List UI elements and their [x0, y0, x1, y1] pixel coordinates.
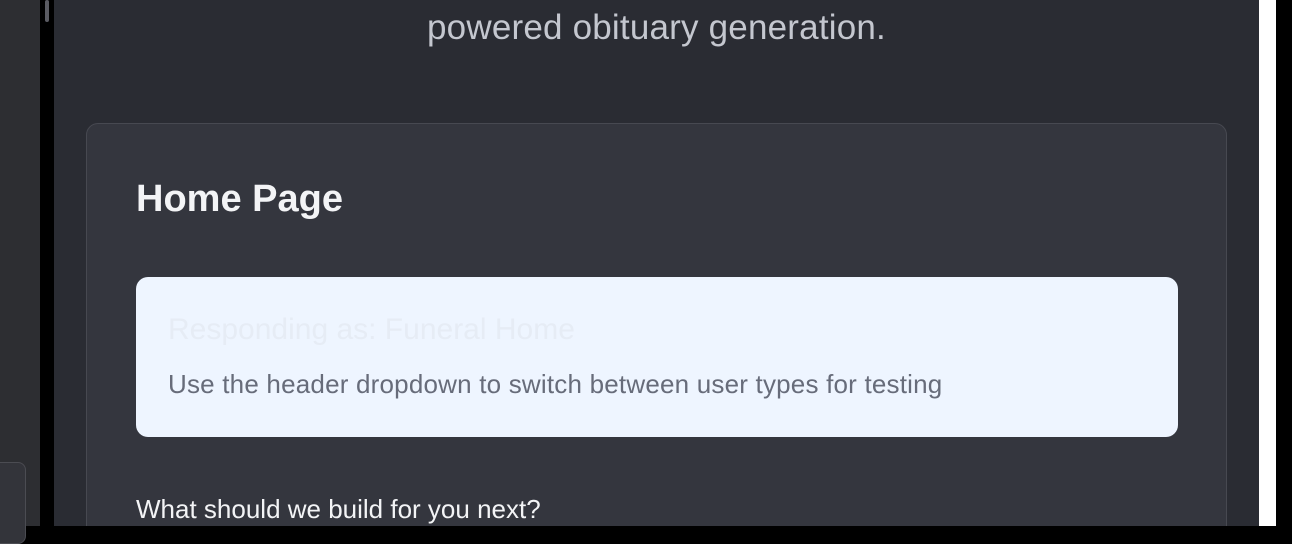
home-page-card: Home Page Responding as: Funeral Home Us… [86, 123, 1227, 526]
responding-as-label: Responding as: Funeral Home [168, 313, 575, 346]
tagline-text: powered obituary generation. [427, 8, 886, 47]
sidebar-card[interactable] [0, 462, 26, 544]
scrollbar-thumb[interactable] [45, 0, 49, 22]
right-edge-strip [1259, 0, 1276, 526]
main-panel: powered obituary generation. Home Page R… [54, 0, 1259, 526]
info-description: Use the header dropdown to switch betwee… [168, 369, 943, 399]
card-title: Home Page [136, 178, 343, 220]
user-type-info-box: Responding as: Funeral Home Use the head… [136, 277, 1178, 437]
build-next-question: What should we build for you next? [136, 494, 541, 524]
left-sidebar [0, 0, 40, 544]
